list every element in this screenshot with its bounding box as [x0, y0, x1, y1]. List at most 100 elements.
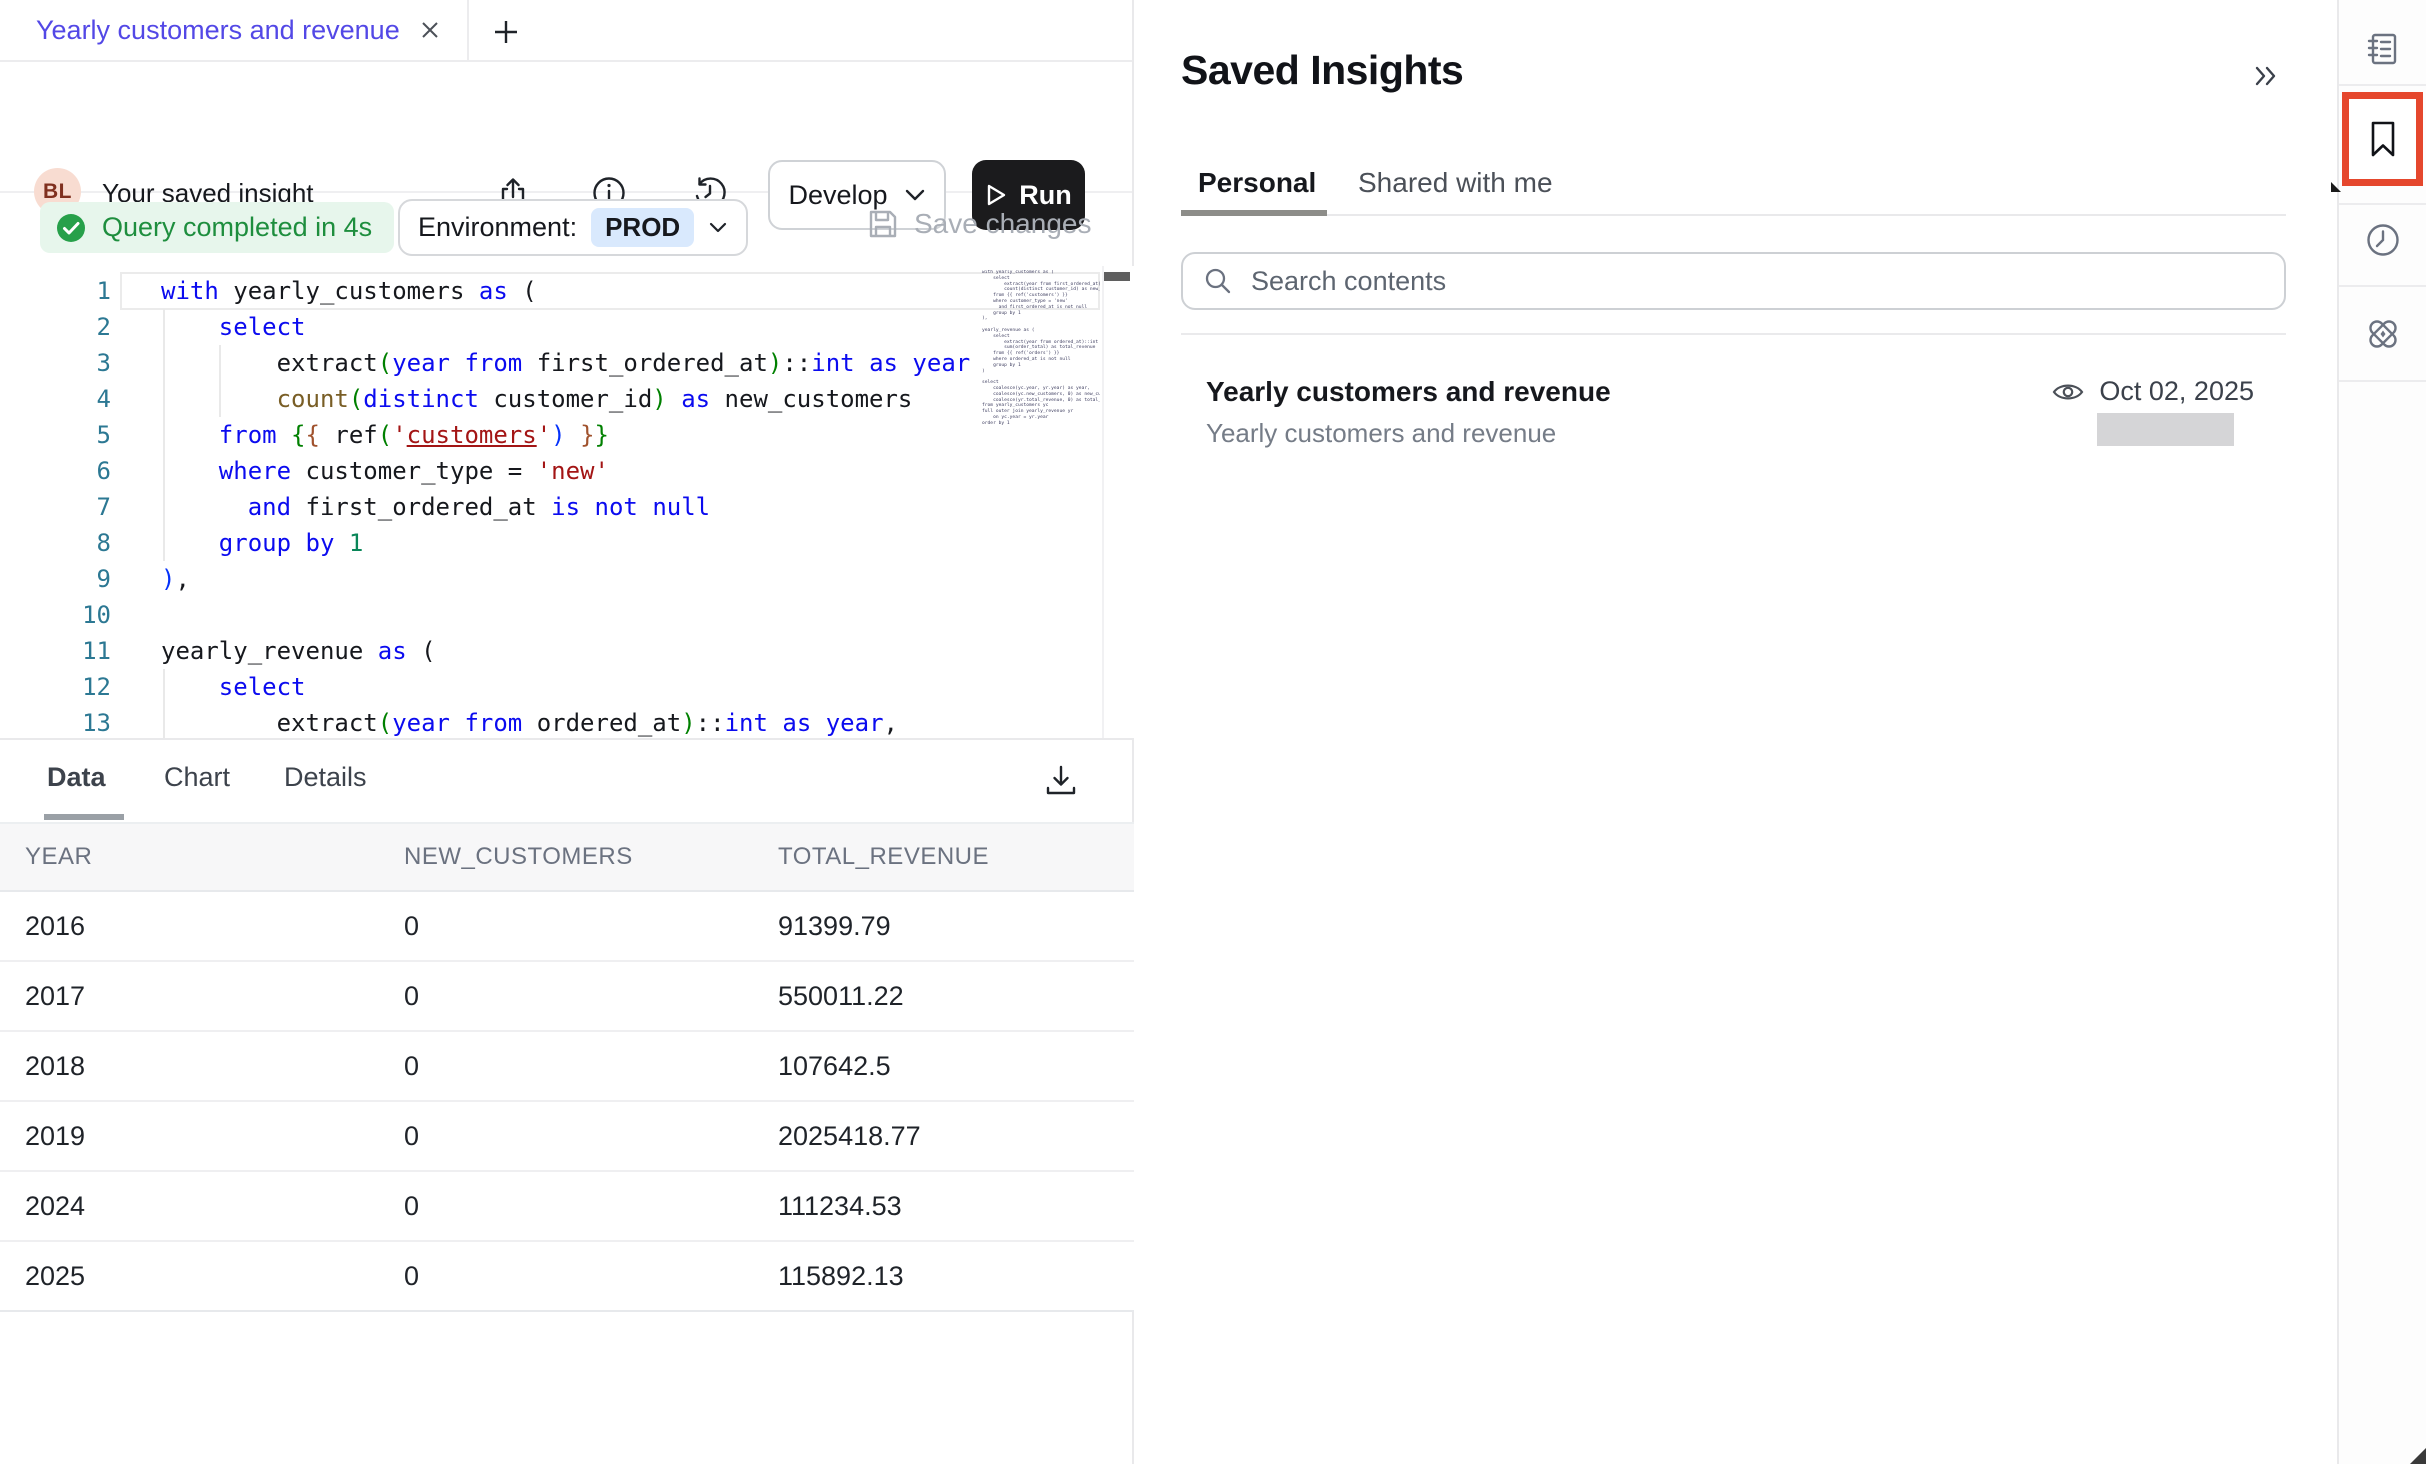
history-rail-button[interactable] — [2339, 221, 2426, 259]
line-number: 13 — [0, 705, 111, 740]
code-line[interactable]: select — [161, 669, 973, 705]
insight-item-subtitle: Yearly customers and revenue — [1206, 418, 1556, 449]
results-tabbar: Data Chart Details — [0, 740, 1132, 822]
line-number: 2 — [0, 309, 111, 345]
rail-divider — [2339, 380, 2426, 382]
line-number: 10 — [0, 597, 111, 633]
table-row[interactable]: 20250115892.13 — [0, 1242, 1134, 1312]
column-header: TOTAL_REVENUE — [753, 843, 1134, 871]
table-cell: 2025418.77 — [753, 1121, 1134, 1152]
line-number-gutter: 12345678910111213 — [0, 273, 111, 740]
insight-item-date: Oct 02, 2025 — [2099, 376, 2254, 407]
divider — [1181, 333, 2286, 335]
table-row[interactable]: 2016091399.79 — [0, 892, 1134, 962]
sql-editor[interactable]: 12345678910111213 with yearly_customers … — [0, 266, 1134, 740]
resize-corner-mark — [2410, 1448, 2426, 1464]
table-cell: 107642.5 — [753, 1051, 1134, 1082]
table-cell: 2019 — [0, 1121, 379, 1152]
notebook-panel-button[interactable] — [2339, 30, 2426, 68]
saved-insights-panel: Saved Insights Personal Shared with me Y… — [1136, 0, 2337, 1464]
query-status-badge: Query completed in 4s — [40, 202, 394, 253]
line-number: 9 — [0, 561, 111, 597]
table-header-row: YEARNEW_CUSTOMERSTOTAL_REVENUE — [0, 822, 1134, 892]
active-tab-underline — [44, 814, 124, 820]
code-line[interactable]: group by 1 — [161, 525, 973, 561]
eye-icon — [2051, 380, 2085, 404]
query-statusbar: Query completed in 4s Environment: PROD … — [0, 193, 1132, 266]
saved-insight-item[interactable]: Yearly customers and revenue Yearly cust… — [1181, 356, 2286, 466]
integrations-icon — [2360, 312, 2406, 356]
editor-scrollbar-thumb[interactable] — [1104, 272, 1130, 281]
environment-selector[interactable]: Environment: PROD — [398, 199, 748, 256]
new-tab-button[interactable] — [488, 14, 524, 50]
code-line[interactable]: extract(year from ordered_at)::int as ye… — [161, 705, 973, 740]
table-cell: 0 — [379, 1191, 753, 1222]
tab-shared-with-me[interactable]: Shared with me — [1358, 167, 1553, 199]
code-line[interactable]: where customer_type = 'new' — [161, 453, 973, 489]
collapse-panel-button[interactable] — [2248, 58, 2284, 94]
minimap-divider — [1102, 266, 1104, 740]
search-box[interactable] — [1181, 252, 2286, 310]
line-number: 11 — [0, 633, 111, 669]
line-number: 5 — [0, 417, 111, 453]
table-cell: 0 — [379, 981, 753, 1012]
line-number: 3 — [0, 345, 111, 381]
integrations-rail-button[interactable] — [2339, 312, 2426, 356]
code-line[interactable]: from {{ ref('customers') }} — [161, 417, 973, 453]
tab-details[interactable]: Details — [284, 762, 367, 793]
code-line[interactable] — [161, 597, 973, 633]
rail-divider — [2339, 84, 2426, 86]
save-changes-label: Save changes — [914, 208, 1091, 240]
page-title: Saved Insights — [1181, 47, 1463, 94]
search-icon — [1203, 266, 1233, 296]
editor-tabbar: Yearly customers and revenue — [0, 0, 1132, 62]
table-row[interactable]: 20170550011.22 — [0, 962, 1134, 1032]
table-cell: 115892.13 — [753, 1261, 1134, 1292]
double-chevron-right-icon — [2251, 62, 2281, 90]
table-row[interactable]: 20180107642.5 — [0, 1032, 1134, 1102]
table-row[interactable]: 20240111234.53 — [0, 1172, 1134, 1242]
insight-item-meta: Oct 02, 2025 — [2051, 376, 2254, 407]
clock-icon — [2364, 221, 2402, 259]
code-area[interactable]: with yearly_customers as ( select extrac… — [161, 273, 973, 740]
code-line[interactable]: ), — [161, 561, 973, 597]
code-line[interactable]: select — [161, 309, 973, 345]
table-cell: 111234.53 — [753, 1191, 1134, 1222]
rail-divider — [2339, 203, 2426, 205]
table-cell: 2017 — [0, 981, 379, 1012]
line-number: 8 — [0, 525, 111, 561]
search-input[interactable] — [1251, 266, 2264, 297]
saved-insights-rail-button[interactable] — [2342, 92, 2423, 186]
code-line[interactable]: and first_ordered_at is not null — [161, 489, 973, 525]
column-header: YEAR — [0, 843, 379, 871]
download-icon — [1042, 762, 1080, 800]
code-line[interactable]: with yearly_customers as ( — [161, 273, 973, 309]
tab-personal[interactable]: Personal — [1198, 167, 1316, 199]
right-icon-rail — [2337, 0, 2426, 1464]
table-cell: 91399.79 — [753, 911, 1134, 942]
rail-divider — [2339, 285, 2426, 287]
table-cell: 2018 — [0, 1051, 379, 1082]
close-icon[interactable] — [418, 18, 442, 42]
line-number: 4 — [0, 381, 111, 417]
save-changes-button[interactable]: Save changes — [866, 207, 1091, 241]
insight-item-title: Yearly customers and revenue — [1206, 376, 1611, 408]
table-cell: 550011.22 — [753, 981, 1134, 1012]
code-line[interactable]: extract(year from first_ordered_at)::int… — [161, 345, 973, 381]
code-line[interactable]: yearly_revenue as ( — [161, 633, 973, 669]
tab-chart[interactable]: Chart — [164, 762, 230, 793]
column-header: NEW_CUSTOMERS — [379, 843, 753, 871]
line-number: 1 — [0, 273, 111, 309]
download-results-button[interactable] — [1040, 760, 1082, 802]
tab-title: Yearly customers and revenue — [36, 15, 400, 46]
chevron-down-icon — [708, 221, 728, 234]
tab-data[interactable]: Data — [47, 762, 106, 793]
bookmark-icon — [2366, 119, 2400, 159]
line-number: 12 — [0, 669, 111, 705]
editor-minimap[interactable]: with yearly_customers as ( select extrac… — [982, 270, 1100, 736]
table-row[interactable]: 201902025418.77 — [0, 1102, 1134, 1172]
table-cell: 2025 — [0, 1261, 379, 1292]
code-line[interactable]: count(distinct customer_id) as new_custo… — [161, 381, 973, 417]
tab-yearly-customers-and-revenue[interactable]: Yearly customers and revenue — [0, 0, 469, 60]
check-circle-icon — [54, 211, 88, 245]
